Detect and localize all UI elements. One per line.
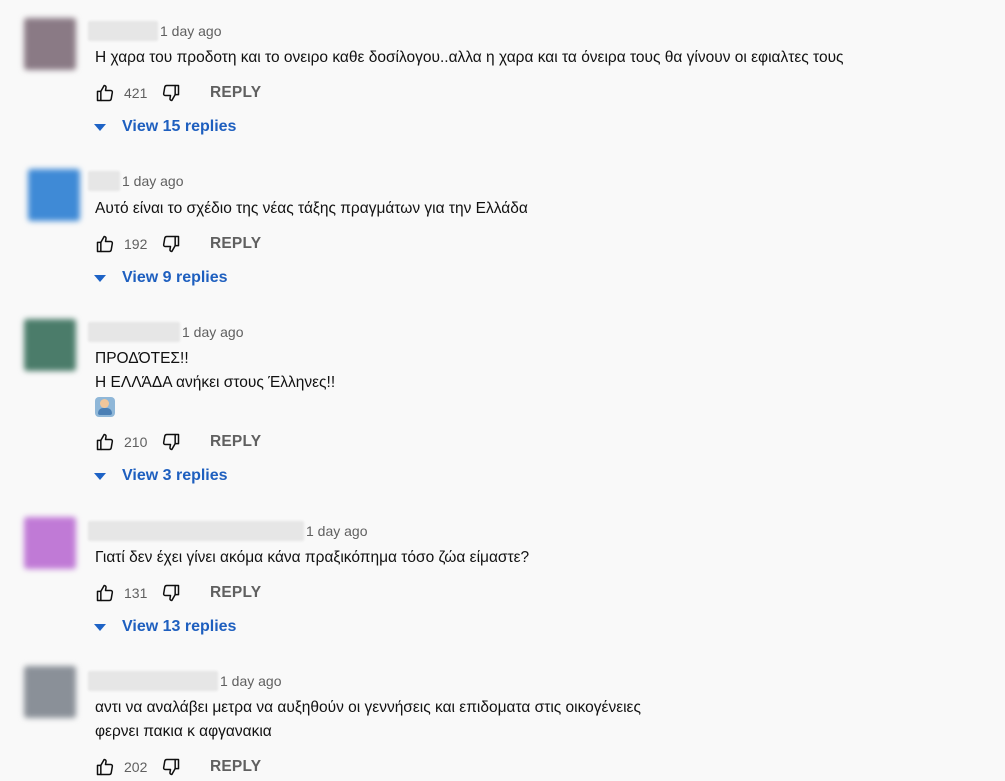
timestamp[interactable]: 1 day ago <box>306 523 368 539</box>
thumbs-up-icon[interactable] <box>94 582 116 604</box>
view-replies-label: View 3 replies <box>122 467 228 484</box>
view-replies-label: View 13 replies <box>122 618 237 635</box>
comment-line: αντι να αναλάβει μετρα να αυξηθούν οι γε… <box>95 699 641 716</box>
avatar[interactable] <box>24 517 76 569</box>
avatar[interactable] <box>28 169 80 221</box>
comment-header: 1 day ago <box>88 520 368 542</box>
comment-line: Η χαρα του προδοτη και το ονειρο καθε δο… <box>95 49 844 66</box>
thumbs-down-icon[interactable] <box>160 582 182 604</box>
comment-text: αντι να αναλάβει μετρα να αυξηθούν οι γε… <box>95 696 641 744</box>
author-name-redacted[interactable] <box>88 671 218 691</box>
avatar[interactable] <box>24 666 76 718</box>
comment-header: 1 day ago <box>88 670 282 692</box>
view-replies-button[interactable]: View 13 replies <box>92 615 236 639</box>
like-count: 202 <box>124 759 148 775</box>
like-count: 131 <box>124 585 148 601</box>
author-name-redacted[interactable] <box>88 171 120 191</box>
comment-text: ΠΡΟΔΌΤΕΣ!! Η ΕΛΛΆΔΑ ανήκει στους Έλληνες… <box>95 347 335 425</box>
caret-down-icon <box>94 472 106 480</box>
view-replies-button[interactable]: View 15 replies <box>92 115 236 139</box>
like-count: 192 <box>124 236 148 252</box>
avatar[interactable] <box>24 319 76 371</box>
timestamp[interactable]: 1 day ago <box>122 173 184 189</box>
comment-line: ΠΡΟΔΌΤΕΣ!! <box>95 350 189 367</box>
view-replies-button[interactable]: View 3 replies <box>92 464 228 488</box>
comment-line <box>95 395 335 425</box>
comment-header: 1 day ago <box>88 20 222 42</box>
comment-line: Γιατί δεν έχει γίνει ακόμα κάνα πραξικόπ… <box>95 549 530 566</box>
reply-button[interactable]: REPLY <box>210 584 261 602</box>
caret-down-icon <box>94 123 106 131</box>
like-count: 421 <box>124 85 148 101</box>
reply-button[interactable]: REPLY <box>210 433 261 451</box>
comment-text: Η χαρα του προδοτη και το ονειρο καθε δο… <box>95 46 844 70</box>
thumbs-up-icon[interactable] <box>94 756 116 778</box>
comment-actions: 192 REPLY <box>94 232 261 256</box>
avatar[interactable] <box>24 18 76 70</box>
thumbs-down-icon[interactable] <box>160 233 182 255</box>
comment-line: φερνει πακια κ αφγανακια <box>95 723 272 740</box>
comment-header: 1 day ago <box>88 321 244 343</box>
comment-actions: 210 REPLY <box>94 430 261 454</box>
caret-down-icon <box>94 274 106 282</box>
thumbs-up-icon[interactable] <box>94 233 116 255</box>
view-replies-label: View 15 replies <box>122 118 237 135</box>
comment-actions: 202 REPLY <box>94 755 261 779</box>
author-name-redacted[interactable] <box>88 521 304 541</box>
comment-actions: 131 REPLY <box>94 581 261 605</box>
timestamp[interactable]: 1 day ago <box>182 324 244 340</box>
reply-button[interactable]: REPLY <box>210 235 261 253</box>
comment-line: Αυτό είναι το σχέδιο της νέας τάξης πραγ… <box>95 200 528 217</box>
timestamp[interactable]: 1 day ago <box>160 23 222 39</box>
comment-text: Αυτό είναι το σχέδιο της νέας τάξης πραγ… <box>95 197 528 221</box>
thumbs-down-icon[interactable] <box>160 431 182 453</box>
reply-button[interactable]: REPLY <box>210 758 261 776</box>
view-replies-label: View 9 replies <box>122 269 228 286</box>
thumbs-down-icon[interactable] <box>160 82 182 104</box>
like-count: 210 <box>124 434 148 450</box>
caret-down-icon <box>94 623 106 631</box>
author-name-redacted[interactable] <box>88 322 180 342</box>
comment-text: Γιατί δεν έχει γίνει ακόμα κάνα πραξικόπ… <box>95 546 529 570</box>
comments-section: 1 day ago Η χαρα του προδοτη και το ονει… <box>0 0 1005 781</box>
comment-line: Η ΕΛΛΆΔΑ ανήκει στους Έλληνες!! <box>95 374 336 391</box>
timestamp[interactable]: 1 day ago <box>220 673 282 689</box>
thumbs-up-icon[interactable] <box>94 82 116 104</box>
reply-button[interactable]: REPLY <box>210 84 261 102</box>
thumbs-up-icon[interactable] <box>94 431 116 453</box>
comment-actions: 421 REPLY <box>94 81 261 105</box>
person-raising-hand-emoji-icon <box>95 397 115 417</box>
author-name-redacted[interactable] <box>88 21 158 41</box>
comment-header: 1 day ago <box>88 170 184 192</box>
view-replies-button[interactable]: View 9 replies <box>92 266 228 290</box>
thumbs-down-icon[interactable] <box>160 756 182 778</box>
